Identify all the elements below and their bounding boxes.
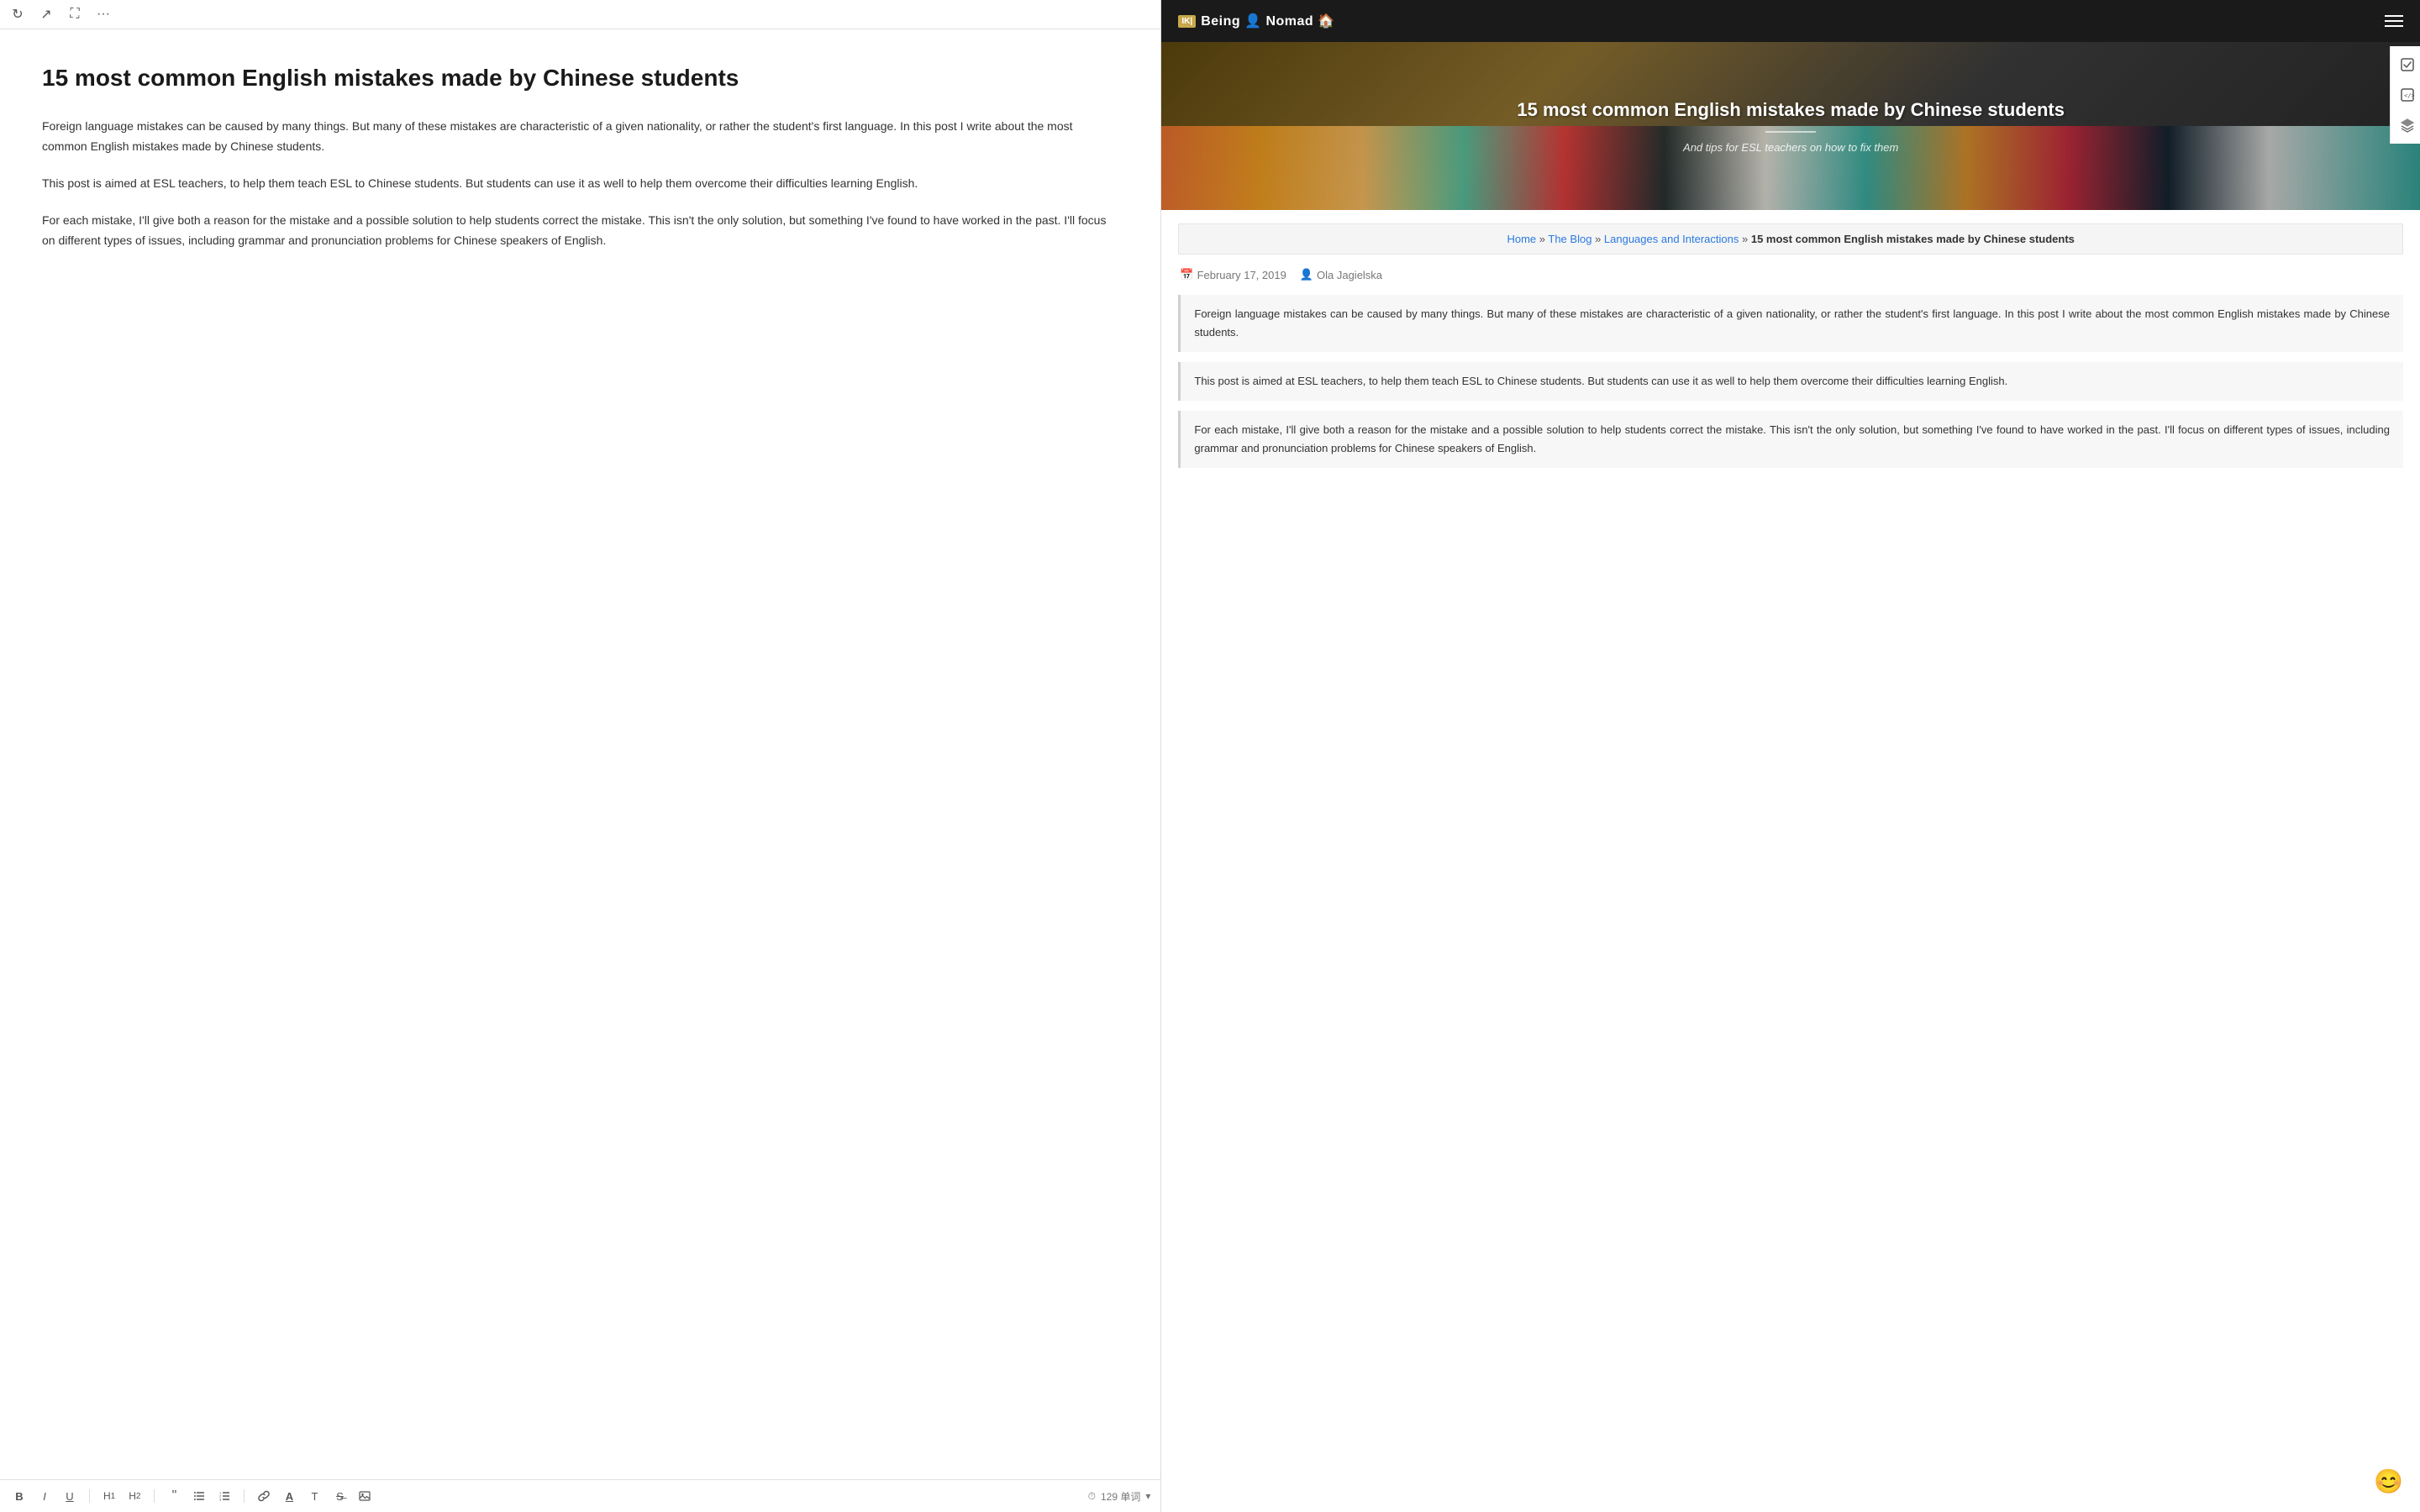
post-date: 📅 February 17, 2019	[1180, 268, 1286, 281]
ordered-list-button[interactable]: 123	[215, 1488, 234, 1504]
article-block-3: For each mistake, I'll give both a reaso…	[1178, 411, 2403, 468]
breadcrumb-sep-2: »	[1595, 233, 1604, 245]
toolbar-sep-2	[154, 1489, 155, 1503]
browser-panel: IK| Being 👤 Nomad 🏠 15 most common Engli…	[1161, 0, 2420, 1512]
site-nav: IK| Being 👤 Nomad 🏠	[1161, 0, 2420, 42]
italic-button[interactable]: I	[35, 1488, 54, 1504]
h1-button[interactable]: H1	[100, 1488, 118, 1504]
unordered-list-button[interactable]	[190, 1488, 208, 1504]
hero-section: 15 most common English mistakes made by …	[1161, 42, 2420, 210]
hamburger-menu[interactable]	[2385, 15, 2403, 27]
svg-text:3: 3	[219, 1498, 222, 1502]
blockquote-button[interactable]: "	[165, 1487, 183, 1505]
hero-subtitle: And tips for ESL teachers on how to fix …	[1683, 141, 1898, 154]
logo-text: Being 👤 Nomad 🏠	[1201, 13, 1334, 29]
breadcrumb-home[interactable]: Home	[1507, 233, 1536, 245]
article-text-2: This post is aimed at ESL teachers, to h…	[1194, 375, 2007, 387]
article-block-1: Foreign language mistakes can be caused …	[1178, 295, 2403, 352]
svg-text:</>: </>	[2404, 92, 2415, 99]
breadcrumb: Home » The Blog » Languages and Interact…	[1178, 223, 2403, 255]
post-date-text: February 17, 2019	[1197, 269, 1286, 281]
hero-divider	[1765, 131, 1816, 133]
article-text-1: Foreign language mistakes can be caused …	[1194, 307, 2390, 339]
code-sidebar-icon[interactable]: </>	[2396, 83, 2419, 107]
right-sidebar: </>	[2390, 46, 2420, 144]
editor-toolbar-top: ↻ ↗ ⛶ ···	[0, 0, 1160, 29]
underline-button[interactable]: U	[60, 1488, 79, 1504]
word-count-label: 129 单词	[1101, 1489, 1140, 1504]
strikethrough-button[interactable]: S̶	[330, 1488, 349, 1504]
layers-sidebar-icon[interactable]	[2396, 113, 2419, 137]
post-author-text: Ola Jagielska	[1317, 269, 1382, 281]
editor-toolbar-bottom: B I U H1 H2 " 123 A T S̶ ⏱ 129 单词 ▾	[0, 1479, 1160, 1512]
h2-button[interactable]: H2	[125, 1488, 144, 1504]
toolbar-sep-3	[244, 1489, 245, 1503]
text-style-button[interactable]: T	[305, 1488, 324, 1504]
editor-paragraph-3: For each mistake, I'll give both a reaso…	[42, 211, 1118, 251]
post-meta: 📅 February 17, 2019 👤 Ola Jagielska	[1178, 268, 2403, 281]
breadcrumb-current: 15 most common English mistakes made by …	[1751, 233, 2075, 245]
more-icon[interactable]: ···	[96, 7, 111, 22]
calendar-icon: 📅	[1180, 268, 1193, 281]
toolbar-sep-1	[89, 1489, 90, 1503]
text-underline-button[interactable]: A	[280, 1488, 298, 1504]
site-content[interactable]: Home » The Blog » Languages and Interact…	[1161, 210, 2420, 1512]
check-sidebar-icon[interactable]	[2396, 53, 2419, 76]
hero-title: 15 most common English mistakes made by …	[1517, 98, 2065, 123]
clock-icon: ⏱	[1088, 1490, 1096, 1503]
share-icon[interactable]: ↗	[39, 7, 54, 22]
bold-button[interactable]: B	[10, 1488, 29, 1504]
breadcrumb-sep-1: »	[1539, 233, 1549, 245]
word-count-area: ⏱ 129 单词 ▾	[1088, 1489, 1151, 1504]
refresh-icon[interactable]: ↻	[10, 7, 25, 22]
logo-box: IK|	[1178, 15, 1196, 28]
image-button[interactable]	[355, 1488, 374, 1504]
breadcrumb-sep-3: »	[1742, 233, 1751, 245]
editor-content[interactable]: 15 most common English mistakes made by …	[0, 29, 1160, 1479]
article-text-3: For each mistake, I'll give both a reaso…	[1194, 423, 2390, 454]
article-block-2: This post is aimed at ESL teachers, to h…	[1178, 362, 2403, 401]
post-author: 👤 Ola Jagielska	[1300, 268, 1382, 281]
expand-icon[interactable]: ⛶	[67, 7, 82, 22]
editor-paragraph-1: Foreign language mistakes can be caused …	[42, 117, 1118, 157]
author-icon: 👤	[1300, 268, 1313, 281]
breadcrumb-blog[interactable]: The Blog	[1548, 233, 1591, 245]
site-logo: IK| Being 👤 Nomad 🏠	[1178, 13, 1334, 29]
breadcrumb-category[interactable]: Languages and Interactions	[1604, 233, 1739, 245]
bottom-emoji[interactable]: 😊	[2374, 1467, 2403, 1495]
word-count-dropdown-icon[interactable]: ▾	[1145, 1490, 1150, 1502]
editor-panel: ↻ ↗ ⛶ ··· 15 most common English mistake…	[0, 0, 1161, 1512]
editor-paragraph-2: This post is aimed at ESL teachers, to h…	[42, 174, 1118, 194]
link-button[interactable]	[255, 1488, 273, 1504]
editor-title: 15 most common English mistakes made by …	[42, 63, 1118, 93]
